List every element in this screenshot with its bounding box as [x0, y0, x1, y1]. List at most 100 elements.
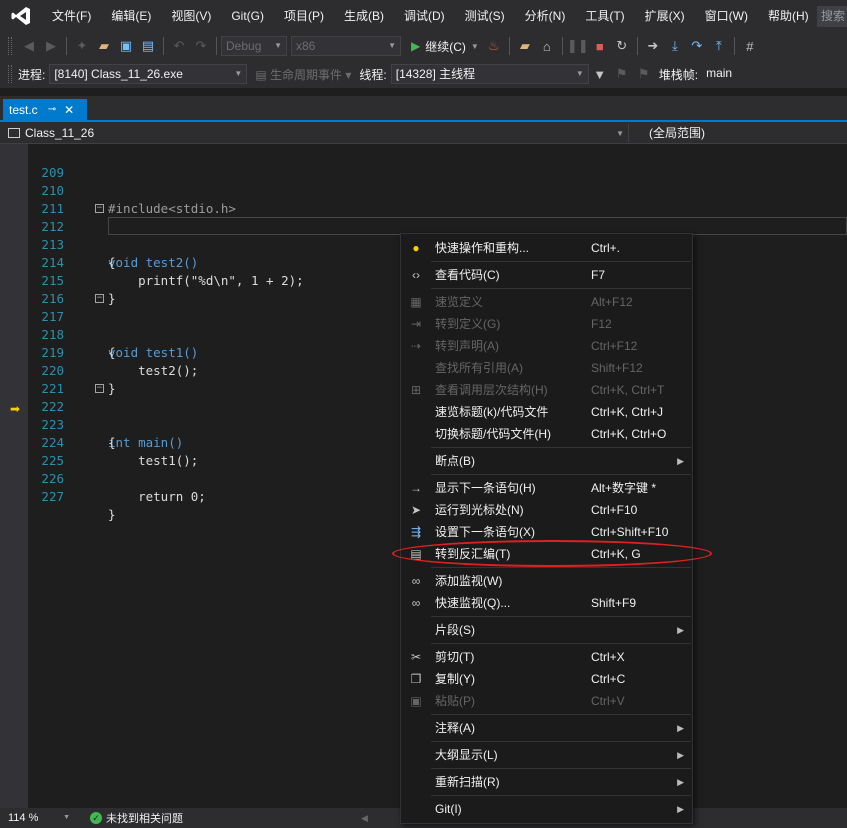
- glasses-icon: ∞: [411, 596, 421, 610]
- menu-project[interactable]: 项目(P): [274, 0, 334, 32]
- menu-item-run-to-cursor[interactable]: ➤ 运行到光标处(N) Ctrl+F10: [401, 499, 692, 521]
- menu-item-paste[interactable]: ▣ 粘贴(P) Ctrl+V: [401, 690, 692, 712]
- menu-edit[interactable]: 编辑(E): [101, 0, 161, 32]
- save-all-icon[interactable]: ▤: [137, 35, 159, 57]
- platform-select[interactable]: x86 ▼: [291, 36, 401, 56]
- menu-item-shortcut: Ctrl+K, Ctrl+O: [591, 427, 667, 441]
- toolbar-separator: [733, 37, 735, 55]
- close-icon[interactable]: ✕: [64, 103, 74, 117]
- step-out-icon[interactable]: ⤒: [708, 35, 730, 57]
- menu-item-quick-actions[interactable]: ● 快速操作和重构... Ctrl+.: [401, 237, 692, 259]
- menu-item-call-hierarchy[interactable]: ⊞ 查看调用层次结构(H) Ctrl+K, Ctrl+T: [401, 379, 692, 401]
- menu-item-show-next-statement[interactable]: → 显示下一条语句(H) Alt+数字键 *: [401, 477, 692, 499]
- menu-help[interactable]: 帮助(H): [758, 0, 819, 32]
- chevron-down-icon: ▼: [470, 41, 479, 51]
- forward-icon[interactable]: ▶: [40, 35, 62, 57]
- stop-icon[interactable]: ■: [589, 35, 611, 57]
- menu-item-outlining[interactable]: 大纲显示(L) ▶: [401, 744, 692, 766]
- menu-tools[interactable]: 工具(T): [575, 0, 634, 32]
- menu-window[interactable]: 窗口(W): [695, 0, 758, 32]
- flag-all-icon[interactable]: ⚑: [633, 63, 655, 85]
- toolbar-grip[interactable]: [8, 65, 12, 83]
- scope-dropdown[interactable]: (全局范围): [628, 124, 847, 142]
- menu-item-goto-declaration[interactable]: ⇢ 转到声明(A) Ctrl+F12: [401, 335, 692, 357]
- menu-build[interactable]: 生成(B): [334, 0, 394, 32]
- menu-separator: [431, 768, 691, 769]
- menu-extensions[interactable]: 扩展(X): [635, 0, 695, 32]
- collapse-icon[interactable]: −: [95, 294, 104, 303]
- filter-icon[interactable]: ▼: [589, 63, 611, 85]
- thread-select[interactable]: [14328] 主线程 ▼: [390, 64, 589, 84]
- stackframe-value: main: [706, 66, 733, 80]
- restart-icon[interactable]: ↻: [611, 35, 633, 57]
- menu-file[interactable]: 文件(F): [42, 0, 101, 32]
- configuration-select[interactable]: Debug ▼: [221, 36, 287, 56]
- menu-git[interactable]: Git(G): [221, 0, 274, 32]
- hot-reload-icon[interactable]: ♨: [483, 35, 505, 57]
- submenu-arrow-icon: ▶: [677, 750, 684, 760]
- folder-search-icon[interactable]: ▰: [514, 35, 536, 57]
- menu-item-find-references[interactable]: 查找所有引用(A) Shift+F12: [401, 357, 692, 379]
- save-icon[interactable]: ▣: [115, 35, 137, 57]
- new-project-icon[interactable]: ✦: [71, 35, 93, 57]
- menu-item-label: 注释(A): [435, 721, 475, 735]
- code-text: return 0;: [108, 489, 206, 504]
- search-input[interactable]: 搜索: [817, 6, 847, 27]
- toolbar-separator: [216, 37, 217, 55]
- process-select[interactable]: [8140] Class_11_26.exe ▼: [49, 64, 248, 84]
- menu-item-view-code[interactable]: ‹› 查看代码(C) F7: [401, 264, 692, 286]
- process-label: 进程:: [18, 67, 46, 82]
- flag-icon[interactable]: ⚑: [611, 63, 633, 85]
- menu-analyze[interactable]: 分析(N): [515, 0, 576, 32]
- menu-separator: [431, 288, 691, 289]
- undo-icon[interactable]: ↶: [168, 35, 190, 57]
- redo-icon[interactable]: ↷: [190, 35, 212, 57]
- menu-item-peek-header[interactable]: 速览标题(k)/代码文件 Ctrl+K, Ctrl+J: [401, 401, 692, 423]
- toolbar-grip[interactable]: [8, 37, 12, 55]
- collapse-icon[interactable]: −: [95, 204, 104, 213]
- menu-view[interactable]: 视图(V): [161, 0, 221, 32]
- menu-item-copy[interactable]: ❐ 复制(Y) Ctrl+C: [401, 668, 692, 690]
- issues-indicator[interactable]: ✓ 未找到相关问题: [90, 810, 183, 826]
- code-icon: ‹›: [412, 268, 420, 282]
- pause-icon[interactable]: ❚❚: [567, 35, 589, 57]
- visual-studio-logo-icon[interactable]: [0, 0, 42, 32]
- glasses-icon: ∞: [411, 574, 421, 588]
- menu-item-label: 添加监视(W): [435, 574, 503, 588]
- tab-test-c[interactable]: test.c ⊸ ✕: [3, 99, 87, 120]
- step-into-icon[interactable]: ⤓: [664, 35, 686, 57]
- menu-item-add-watch[interactable]: ∞ 添加监视(W): [401, 570, 692, 592]
- pin-icon[interactable]: ⊸: [48, 104, 56, 115]
- arrow-right-icon: →: [410, 481, 422, 495]
- show-next-statement-icon[interactable]: ➜: [642, 35, 664, 57]
- back-icon[interactable]: ◀: [18, 35, 40, 57]
- hex-display-icon[interactable]: #: [739, 35, 761, 57]
- menu-test[interactable]: 测试(S): [455, 0, 515, 32]
- menu-item-rescan[interactable]: 重新扫描(R) ▶: [401, 771, 692, 793]
- menu-item-comment[interactable]: 注释(A) ▶: [401, 717, 692, 739]
- menu-item-shortcut: Ctrl+X: [591, 650, 625, 664]
- open-folder-icon[interactable]: ▰: [93, 35, 115, 57]
- menu-item-shortcut: Ctrl+V: [591, 694, 625, 708]
- step-over-icon[interactable]: ↷: [686, 35, 708, 57]
- continue-button[interactable]: ▶ 继续(C) ▼: [407, 38, 483, 55]
- collapse-icon[interactable]: −: [95, 384, 104, 393]
- menu-item-label: 片段(S): [435, 623, 475, 637]
- scroll-left-icon[interactable]: ◀: [361, 813, 368, 824]
- zoom-select[interactable]: 114 % ▼: [4, 810, 72, 826]
- menu-item-goto-definition[interactable]: ⇥ 转到定义(G) F12: [401, 313, 692, 335]
- menu-debug[interactable]: 调试(D): [394, 0, 455, 32]
- menu-item-breakpoint[interactable]: 断点(B) ▶: [401, 450, 692, 472]
- lifecycle-events-button[interactable]: ▤ 生命周期事件 ▾: [255, 66, 351, 83]
- menu-item-label: 转到定义(G): [435, 317, 501, 331]
- menu-item-toggle-header[interactable]: 切换标题/代码文件(H) Ctrl+K, Ctrl+O: [401, 423, 692, 445]
- home-icon[interactable]: ⌂: [536, 35, 558, 57]
- indicator-margin[interactable]: [0, 144, 28, 808]
- menu-item-git[interactable]: Git(I) ▶: [401, 798, 692, 820]
- menu-item-quick-watch[interactable]: ∞ 快速监视(Q)... Shift+F9: [401, 592, 692, 614]
- menu-item-snippets[interactable]: 片段(S) ▶: [401, 619, 692, 641]
- stackframe-select[interactable]: main: [702, 64, 802, 84]
- menu-item-cut[interactable]: ✂ 剪切(T) Ctrl+X: [401, 646, 692, 668]
- menu-item-peek-definition[interactable]: ▦ 速览定义 Alt+F12: [401, 291, 692, 313]
- project-dropdown[interactable]: Class_11_26 ▼: [8, 124, 626, 142]
